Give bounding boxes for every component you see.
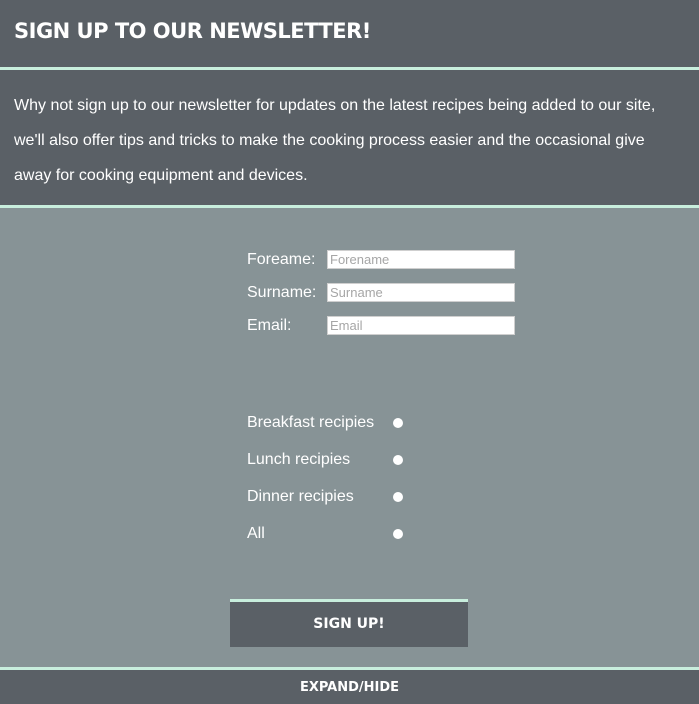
radio-option-all[interactable]: All — [247, 524, 417, 546]
radio-button-all[interactable] — [393, 529, 403, 539]
radio-label-breakfast: Breakfast recipies — [247, 414, 375, 431]
page-title: SIGN UP TO OUR NEWSLETTER! — [14, 19, 371, 43]
radio-option-lunch[interactable]: Lunch recipies — [247, 450, 417, 472]
radio-label-all: All — [247, 525, 265, 542]
intro-text: Why not sign up to our newsletter for up… — [14, 97, 656, 184]
newsletter-page: SIGN UP TO OUR NEWSLETTER! Why not sign … — [0, 0, 699, 704]
signup-button[interactable]: SIGN UP! — [230, 599, 468, 647]
expand-hide-button[interactable]: EXPAND/HIDE — [0, 670, 699, 704]
surname-label: Surname: — [247, 284, 317, 301]
email-input[interactable] — [327, 316, 515, 335]
radio-option-dinner[interactable]: Dinner recipies — [247, 487, 417, 509]
radio-button-breakfast[interactable] — [393, 418, 403, 428]
forename-label: Foreame: — [247, 251, 316, 268]
email-label: Email: — [247, 317, 292, 334]
radio-button-lunch[interactable] — [393, 455, 403, 465]
radio-label-dinner: Dinner recipies — [247, 488, 354, 505]
intro-divider — [0, 205, 699, 208]
radio-button-dinner[interactable] — [393, 492, 403, 502]
header-bar: SIGN UP TO OUR NEWSLETTER! — [0, 0, 699, 67]
surname-input[interactable] — [327, 283, 515, 302]
forename-input[interactable] — [327, 250, 515, 269]
radio-label-lunch: Lunch recipies — [247, 451, 351, 468]
intro-panel: Why not sign up to our newsletter for up… — [0, 70, 699, 205]
radio-option-breakfast[interactable]: Breakfast recipies — [247, 413, 417, 435]
